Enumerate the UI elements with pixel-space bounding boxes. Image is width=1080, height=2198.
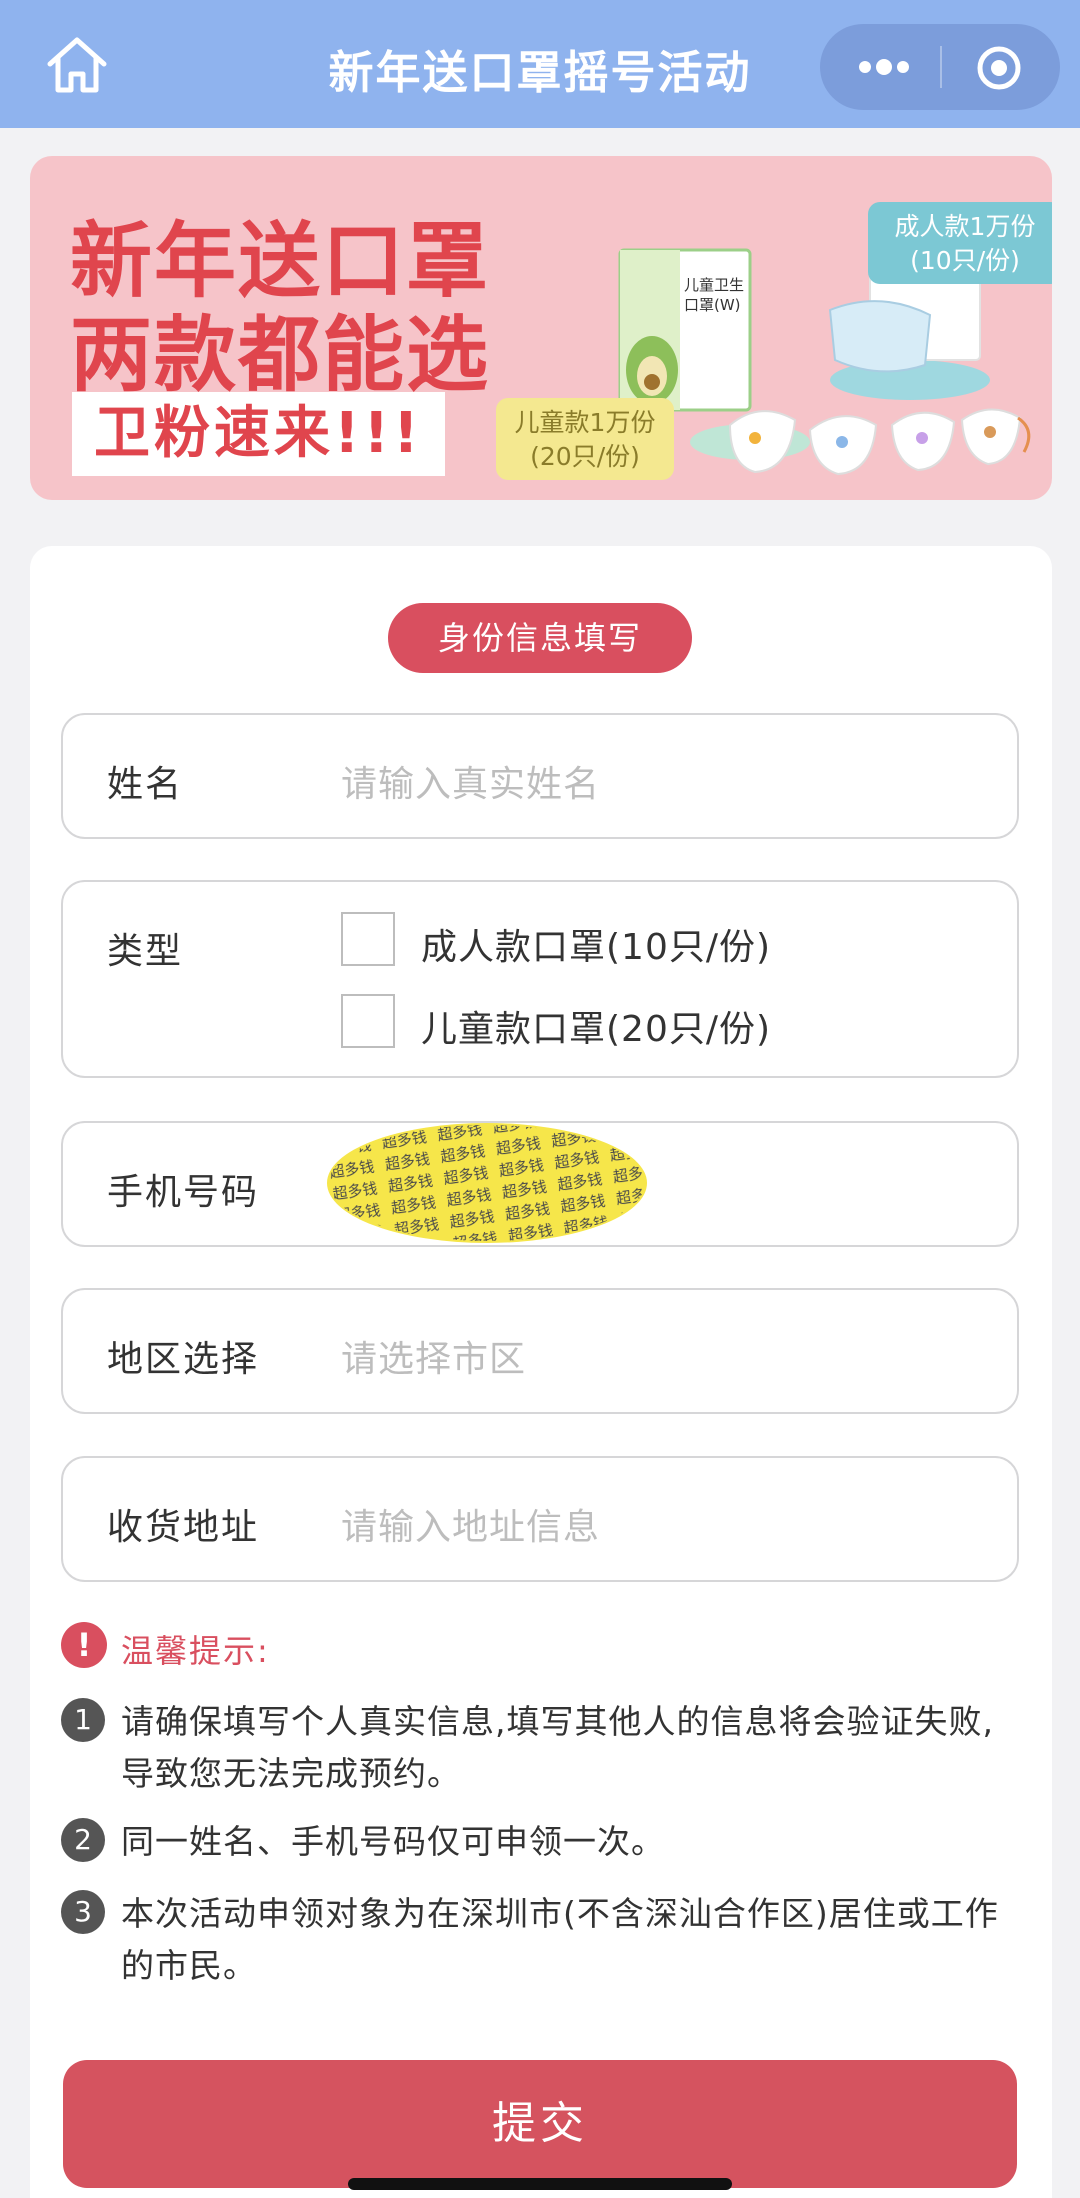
- region-field[interactable]: 地区选择 请选择市区: [61, 1288, 1019, 1414]
- type-label: 类型: [107, 931, 184, 972]
- tip-number-badge: 1: [61, 1698, 105, 1742]
- name-field[interactable]: 姓名 请输入真实姓名: [61, 713, 1019, 839]
- checkbox[interactable]: [341, 994, 395, 1048]
- tips-title: 温馨提示:: [121, 1632, 270, 1670]
- home-indicator: [348, 2178, 732, 2190]
- adult-quota-tag: 成人款1万份 (10只/份): [868, 202, 1052, 284]
- region-select[interactable]: 请选择市区: [341, 1330, 987, 1382]
- tip-text: 同一姓名、手机号码仅可申领一次。: [121, 1822, 665, 1861]
- kid-tag-line-1: 儿童款1万份: [514, 408, 656, 437]
- address-field[interactable]: 收货地址 请输入地址信息: [61, 1456, 1019, 1582]
- name-input[interactable]: 请输入真实姓名: [341, 755, 987, 807]
- svg-text:儿童卫生: 儿童卫生: [684, 276, 744, 294]
- promo-banner[interactable]: 新年送口罩 两款都能选 卫粉速来!!! 儿童卫生 口罩(W) 成人款1万份 (1…: [30, 156, 1052, 500]
- banner-chip: 卫粉速来!!!: [72, 392, 445, 476]
- tip-text: 请确保填写个人真实信息,填写其他人的信息将会验证失败,导致您无法完成预约。: [121, 1702, 994, 1793]
- kid-mask-option-label: 儿童款口罩(20只/份): [421, 1009, 772, 1050]
- tip-item: 1 请确保填写个人真实信息,填写其他人的信息将会验证失败,导致您无法完成预约。: [61, 1698, 1021, 1808]
- tip-text: 本次活动申领对象为在深圳市(不含深汕合作区)居住或工作的市民。: [121, 1894, 999, 1985]
- adult-mask-option-label: 成人款口罩(10只/份): [421, 927, 772, 968]
- kid-tag-line-2: (20只/份): [530, 442, 640, 471]
- tip-number-badge: 3: [61, 1890, 105, 1934]
- phone-label: 手机号码: [107, 1172, 260, 1213]
- tip-item: 3 本次活动申领对象为在深圳市(不含深汕合作区)居住或工作的市民。: [61, 1890, 1021, 2000]
- adult-tag-line-2: (10只/份): [910, 246, 1020, 275]
- alert-icon: !: [61, 1622, 107, 1668]
- svg-text:口罩(W): 口罩(W): [684, 296, 741, 314]
- address-label: 收货地址: [107, 1507, 260, 1548]
- nav-bar: 新年送口罩摇号活动: [0, 0, 1080, 128]
- kid-quota-tag: 儿童款1万份 (20只/份): [496, 398, 674, 480]
- phone-redaction-scribble: 超多钱: [327, 1123, 647, 1243]
- capsule-divider: [940, 46, 942, 88]
- type-field: 类型 成人款口罩(10只/份) 儿童款口罩(20只/份): [61, 880, 1019, 1078]
- banner-headline-2: 两款都能选: [70, 308, 491, 403]
- checkbox[interactable]: [341, 912, 395, 966]
- region-label: 地区选择: [107, 1339, 260, 1380]
- tip-item: 2 同一姓名、手机号码仅可申领一次。: [61, 1818, 1021, 1874]
- target-close-icon[interactable]: [976, 45, 1022, 91]
- submit-button[interactable]: 提交: [63, 2060, 1017, 2188]
- address-input[interactable]: 请输入地址信息: [341, 1498, 987, 1550]
- more-dots-icon[interactable]: [856, 54, 912, 80]
- mini-program-capsule: [820, 24, 1060, 110]
- tip-number-badge: 2: [61, 1818, 105, 1862]
- name-label: 姓名: [107, 764, 184, 805]
- section-title: 身份信息填写: [388, 603, 692, 673]
- adult-tag-line-1: 成人款1万份: [894, 212, 1036, 241]
